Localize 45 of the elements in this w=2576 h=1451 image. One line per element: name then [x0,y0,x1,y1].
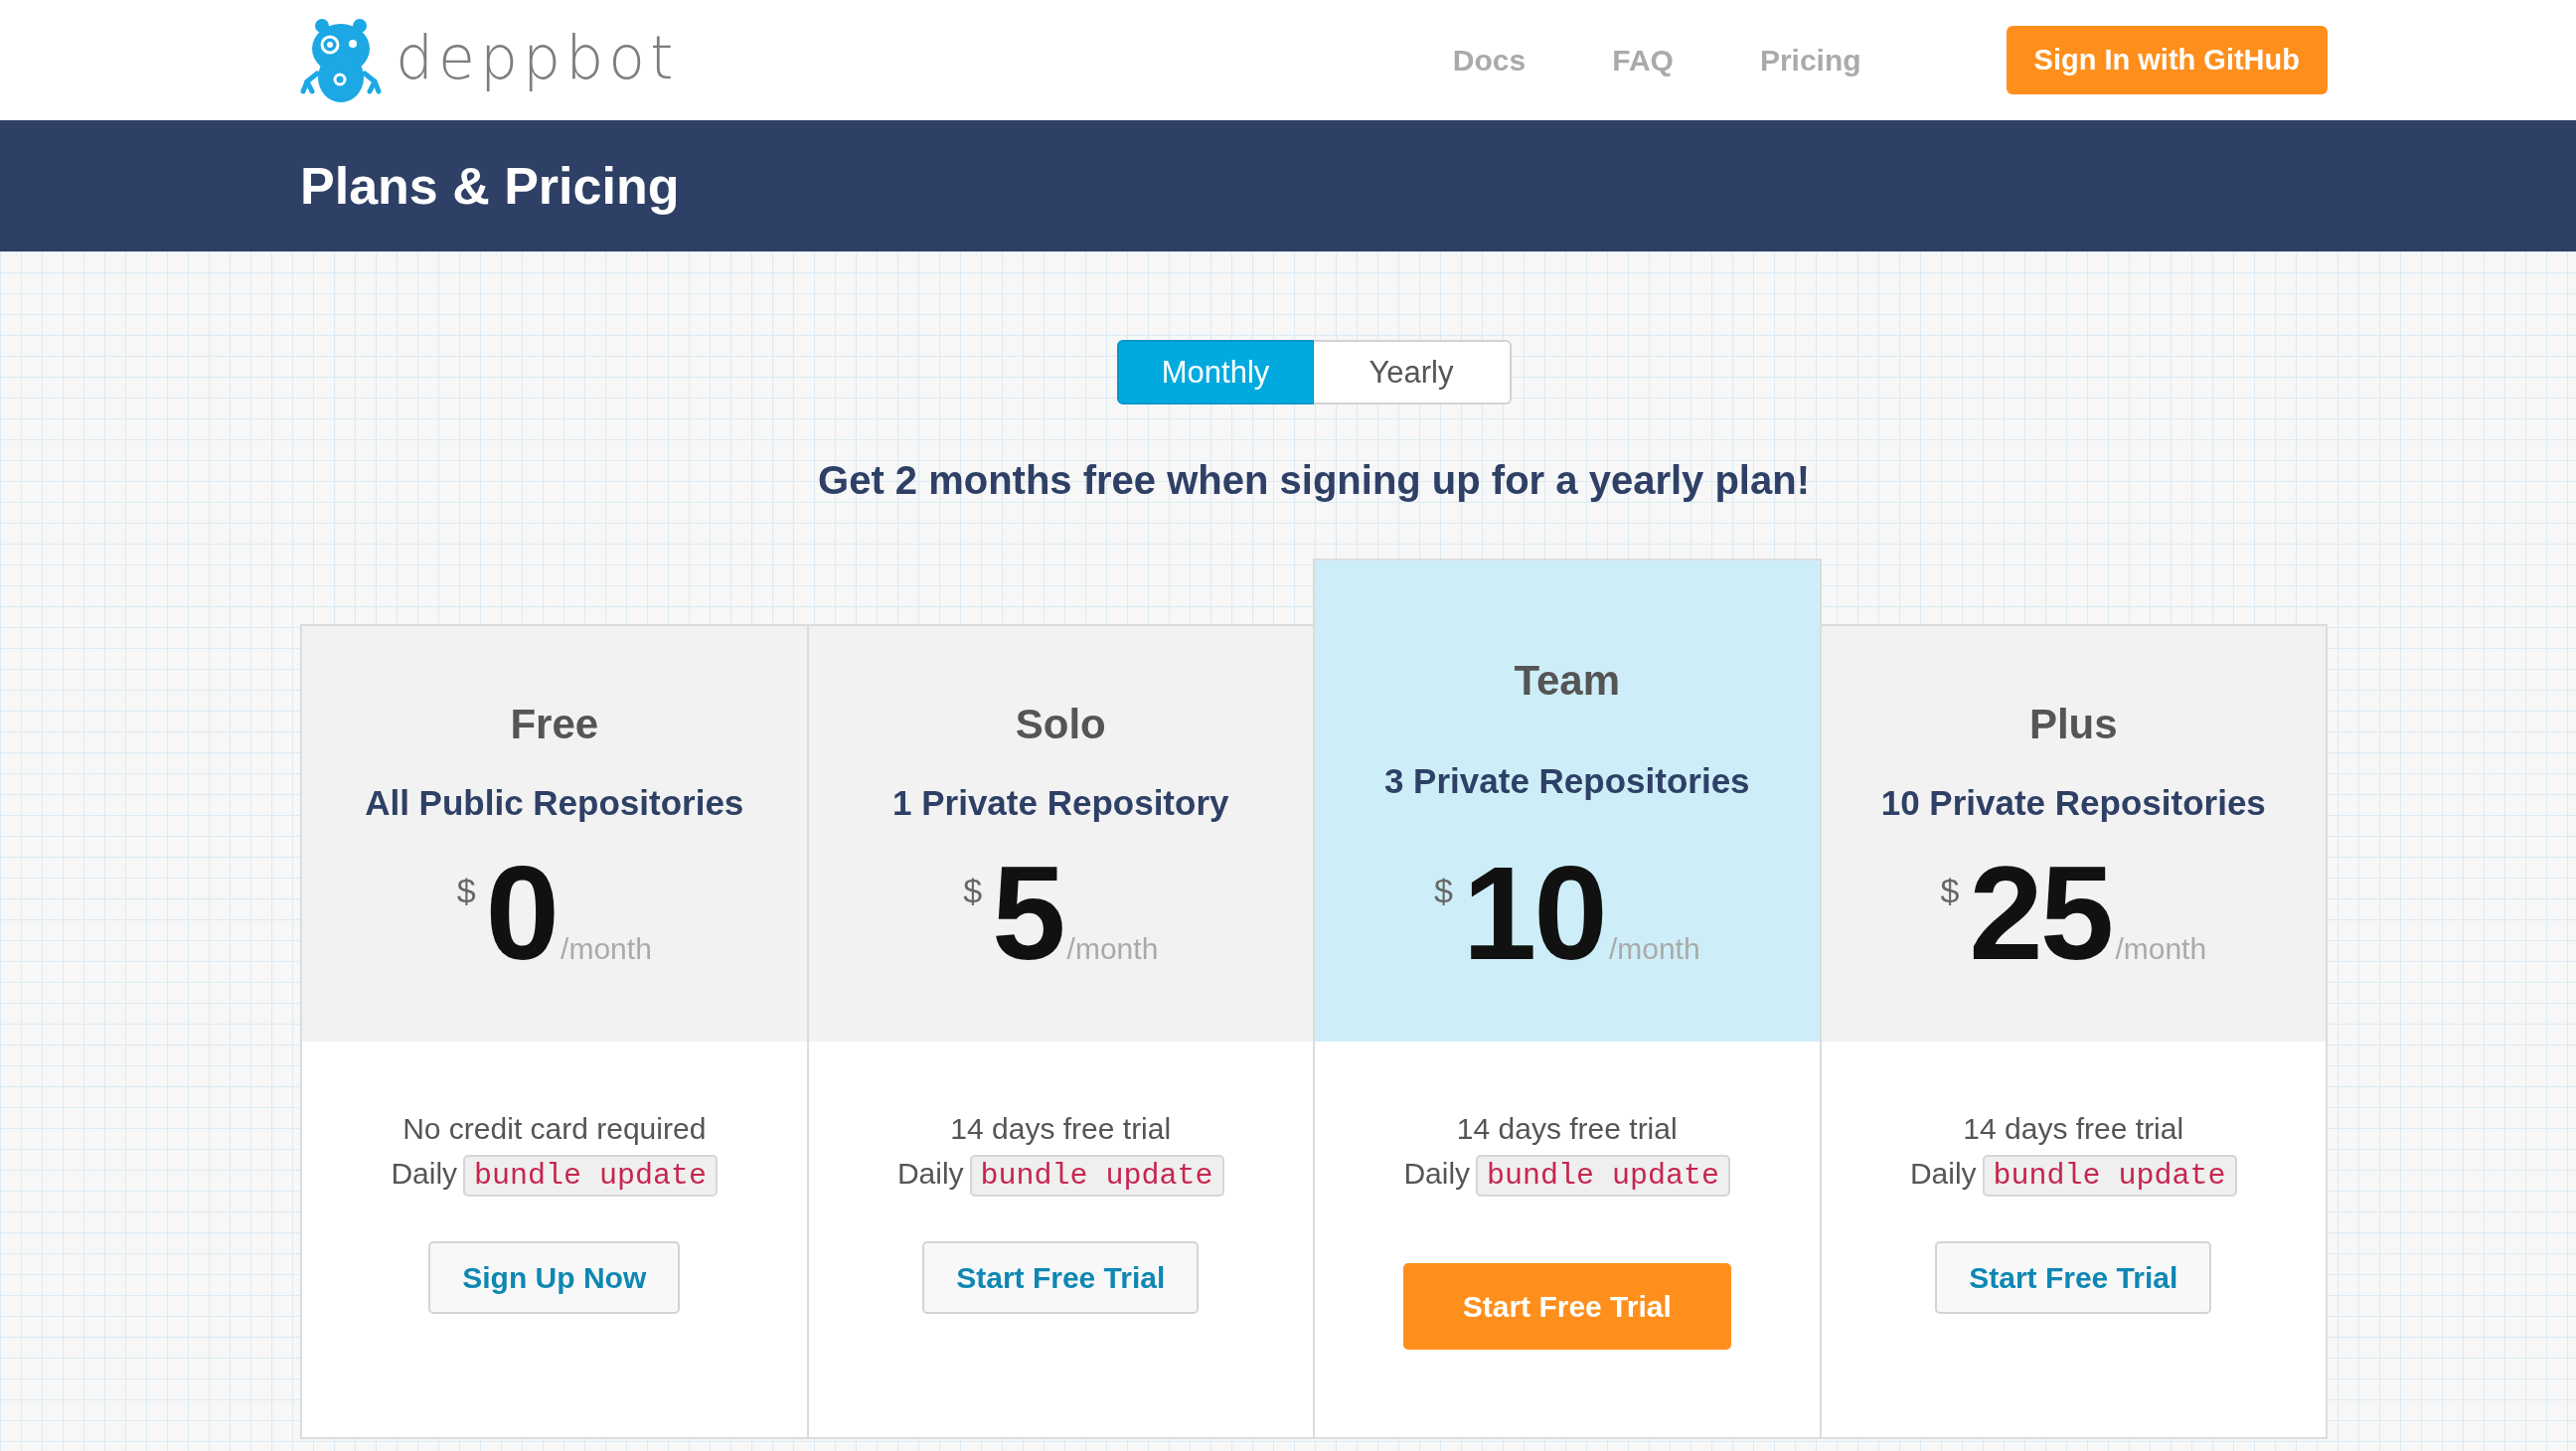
plan-note: 14 days free trial [1962,1111,2185,1147]
code-snippet: bundle update [969,1155,1224,1197]
plan-name: Team [1513,660,1622,702]
plan-repositories: All Public Repositories [364,784,745,821]
plan-name: Free [509,704,600,745]
plan-price: 10 [1462,847,1605,980]
feature-label: Daily [1403,1157,1471,1190]
code-snippet: bundle update [1982,1155,2237,1197]
plan-name: Plus [2027,704,2119,745]
plan-note: 14 days free trial [949,1111,1173,1147]
sign-in-button[interactable]: Sign In with GitHub [2006,26,2328,94]
promo-text: Get 2 months free when signing up for a yearly plan! [817,457,1811,504]
plan-note: No credit card required [402,1111,708,1147]
plan-note: 14 days free trial [1455,1111,1679,1147]
currency-symbol: $ [1433,874,1453,907]
nav-link[interactable]: Docs [1452,42,1527,79]
plan-price: 25 [1969,847,2112,980]
feature-label: Daily [391,1157,458,1190]
plan-price: 0 [485,847,558,980]
plan-repositories: 1 Private Repository [891,784,1230,821]
plan-name: Solo [1014,704,1107,745]
code-snippet: bundle update [1476,1155,1731,1197]
plan-repositories: 3 Private Repositories [1382,762,1751,799]
price-period: /month [1066,934,1159,964]
plan-button[interactable]: Start Free Trial [1935,1241,2212,1314]
plan-price: 5 [992,847,1063,980]
price-period: /month [561,934,652,964]
currency-symbol: $ [456,874,476,907]
currency-symbol: $ [1940,874,1960,907]
code-snippet: bundle update [463,1155,719,1197]
plan-repositories: 10 Private Repositories [1879,784,2267,821]
billing-period-button[interactable]: Yearly [1313,340,1512,404]
feature-label: Daily [896,1157,964,1190]
feature-label: Daily [1909,1157,1977,1190]
price-period: /month [2115,934,2207,964]
nav-link[interactable]: FAQ [1612,42,1674,79]
price-period: /month [1608,934,1700,964]
currency-symbol: $ [963,874,983,907]
plan-button[interactable]: Start Free Trial [1402,1263,1731,1350]
nav-link[interactable]: Pricing [1759,42,1861,79]
plan-button[interactable]: Start Free Trial [922,1241,1200,1314]
plan-button[interactable]: Sign Up Now [428,1241,681,1314]
page-title: Plans & Pricing [300,155,680,217]
billing-period-button[interactable]: Monthly [1116,340,1315,404]
robot-icon [300,17,382,103]
